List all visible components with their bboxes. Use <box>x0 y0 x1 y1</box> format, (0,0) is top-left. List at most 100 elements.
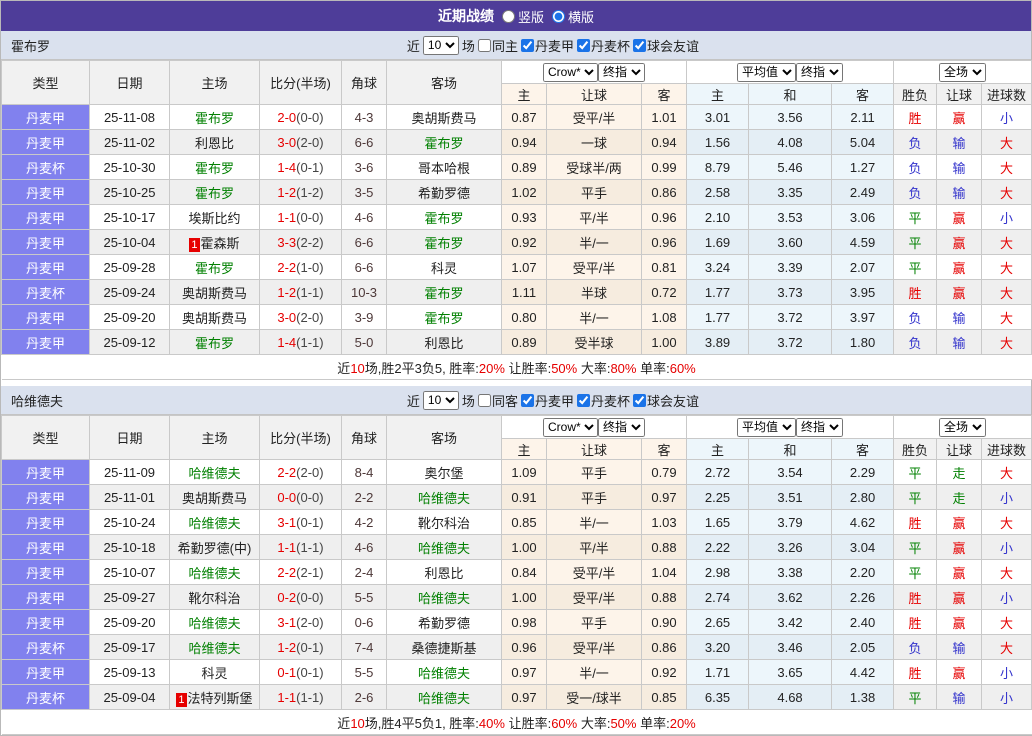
cell-corners: 4-6 <box>341 534 387 560</box>
cell-avg-away: 2.29 <box>831 459 895 485</box>
same-venue-checkbox[interactable] <box>477 393 491 407</box>
cell-date: 25-09-27 <box>89 584 170 610</box>
cell-avg-home: 1.77 <box>686 279 750 305</box>
cell-avg-draw: 3.46 <box>748 634 833 660</box>
cell-home-team: 霍布罗 <box>169 329 260 355</box>
cell-corners: 5-5 <box>341 659 387 685</box>
same-venue-checkbox[interactable] <box>477 38 491 52</box>
cell-avg-draw: 3.53 <box>748 204 833 230</box>
cell-odds-home: 1.11 <box>501 279 547 305</box>
league-option[interactable]: 丹麦甲 <box>520 36 574 55</box>
odds-source-select[interactable]: 终指 <box>598 62 645 82</box>
league-checkbox[interactable] <box>520 38 534 52</box>
cell-corners: 5-0 <box>341 329 387 355</box>
cell-score: 3-0(2-0) <box>259 129 342 155</box>
cell-away-team: 奥胡斯费马 <box>386 104 502 130</box>
league-checkbox[interactable] <box>576 38 590 52</box>
layout-option-horizontal[interactable]: 横版 <box>552 7 594 26</box>
cell-result-handicap: 赢 <box>936 204 983 230</box>
odds-source-select[interactable]: Crow* <box>543 62 598 82</box>
league-option[interactable]: 丹麦杯 <box>576 391 630 410</box>
cell-odds-home: 1.09 <box>501 459 547 485</box>
cell-result-handicap: 输 <box>936 304 983 330</box>
cell-avg-draw: 3.62 <box>748 584 833 610</box>
odds-source-select[interactable]: 平均值 <box>737 417 797 437</box>
cell-odds-away: 0.96 <box>640 229 688 255</box>
odds-source-select[interactable]: 终指 <box>796 417 844 437</box>
cell-avg-home: 8.79 <box>686 154 750 180</box>
match-count-select[interactable]: 10 <box>422 390 459 410</box>
cell-score: 1-2(1-1) <box>259 279 342 305</box>
cell-league: 丹麦甲 <box>1 509 90 535</box>
red-card-badge: 1 <box>176 692 187 707</box>
column-subheader: 主 <box>686 83 750 105</box>
cell-corners: 6-6 <box>341 229 387 255</box>
cell-date: 25-09-04 <box>89 684 170 710</box>
layout-option-vertical[interactable]: 竖版 <box>501 7 544 26</box>
cell-away-team: 霍布罗 <box>386 229 502 255</box>
league-option[interactable]: 丹麦甲 <box>520 391 574 410</box>
cell-avg-home: 2.10 <box>686 204 750 230</box>
same-venue-option[interactable]: 同主 <box>477 36 518 55</box>
league-checkbox[interactable] <box>632 38 646 52</box>
odds-source-select[interactable]: 终指 <box>796 62 844 82</box>
team-section: 哈维德夫近 10 场同客 丹麦甲 丹麦杯 球会友谊 类型 日期 主场 比分(半场) 角球 客场 Crow… <box>1 386 1032 735</box>
red-card-badge: 1 <box>189 237 200 252</box>
cell-avg-away: 3.95 <box>831 279 895 305</box>
cell-score: 3-1(2-0) <box>259 609 342 635</box>
cell-league: 丹麦甲 <box>1 254 90 280</box>
match-count-select[interactable]: 10 <box>422 35 459 55</box>
cell-away-team: 奥尔堡 <box>386 459 502 485</box>
cell-date: 25-09-17 <box>89 634 170 660</box>
odds-source-select[interactable]: 全场 <box>939 417 987 437</box>
cell-odds-away: 1.04 <box>640 559 688 585</box>
column-header: 比分(半场) <box>259 60 342 105</box>
match-row: 丹麦甲 25-09-27 靴尔科治 0-2(0-0) 5-5 哈维德夫 1.00 受平/半 0.… <box>1 584 1032 610</box>
cell-corners: 8-4 <box>341 459 387 485</box>
league-checkbox[interactable] <box>520 393 534 407</box>
column-header: 主场 <box>169 60 260 105</box>
cell-avg-home: 3.24 <box>686 254 750 280</box>
odds-source-select[interactable]: 平均值 <box>737 62 797 82</box>
league-option[interactable]: 球会友谊 <box>632 36 699 55</box>
cell-avg-draw: 3.56 <box>748 104 833 130</box>
cell-odds-away: 1.01 <box>640 104 688 130</box>
cell-result-outcome: 负 <box>893 154 938 180</box>
cell-result-handicap: 赢 <box>936 104 983 130</box>
cell-away-team: 霍布罗 <box>386 204 502 230</box>
league-option[interactable]: 球会友谊 <box>632 391 699 410</box>
cell-result-handicap: 输 <box>936 684 983 710</box>
cell-date: 25-09-20 <box>89 609 170 635</box>
odds-source-select[interactable]: Crow* <box>543 417 598 437</box>
cell-score: 0-0(0-0) <box>259 484 342 510</box>
cell-odds-away: 0.97 <box>640 484 688 510</box>
cell-odds-home: 0.91 <box>501 484 547 510</box>
same-venue-option[interactable]: 同客 <box>477 391 518 410</box>
column-header: 客场 <box>386 415 502 460</box>
cell-odds-handicap: 受半球 <box>546 329 642 355</box>
league-checkbox[interactable] <box>576 393 590 407</box>
league-checkbox[interactable] <box>632 393 646 407</box>
cell-avg-away: 2.20 <box>831 559 895 585</box>
cell-score: 3-0(2-0) <box>259 304 342 330</box>
cell-avg-away: 3.97 <box>831 304 895 330</box>
cell-odds-home: 0.87 <box>501 104 547 130</box>
cell-odds-handicap: 平/半 <box>546 204 642 230</box>
column-subheader: 主 <box>686 438 750 460</box>
league-option[interactable]: 丹麦杯 <box>576 36 630 55</box>
cell-avg-home: 2.65 <box>686 609 750 635</box>
column-subheader: 和 <box>748 438 833 460</box>
cell-odds-handicap: 平手 <box>546 179 642 205</box>
odds-source-select[interactable]: 终指 <box>598 417 645 437</box>
cell-avg-away: 1.27 <box>831 154 895 180</box>
vertical-radio[interactable] <box>501 9 515 23</box>
cell-avg-home: 1.71 <box>686 659 750 685</box>
recent-results-panel: 近期战绩 竖版 横版 霍布罗近 10 场同主 丹麦甲 丹麦杯 球会友谊 类型 日期 主场 比分(半… <box>0 0 1032 736</box>
cell-home-team: 霍布罗 <box>169 154 260 180</box>
horizontal-radio[interactable] <box>552 9 565 23</box>
cell-result-goals: 大 <box>981 459 1032 485</box>
recent-label: 近 <box>406 393 420 409</box>
cell-result-outcome: 胜 <box>893 609 938 635</box>
cell-date: 25-10-30 <box>89 154 170 180</box>
odds-source-select[interactable]: 全场 <box>939 62 987 82</box>
